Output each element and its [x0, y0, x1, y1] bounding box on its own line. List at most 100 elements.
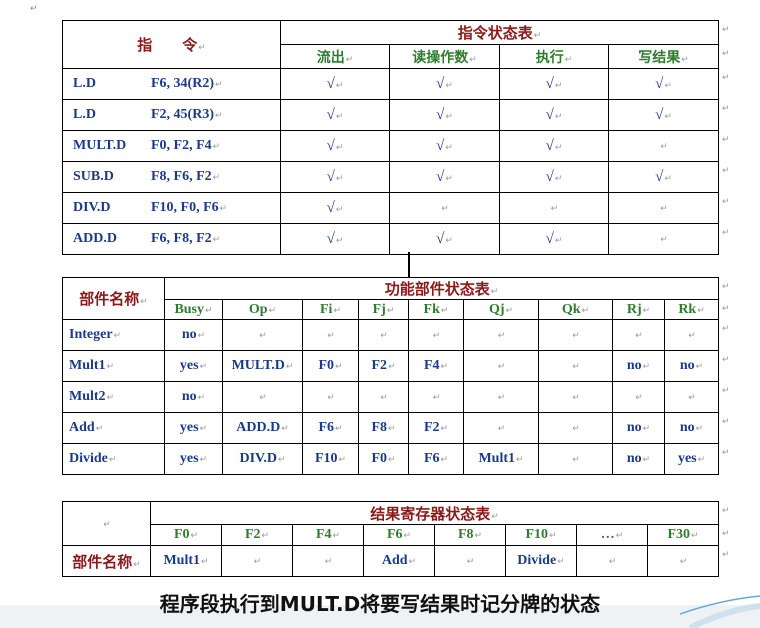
paragraph-mark: ↵	[386, 304, 395, 315]
reg-table-title-text: 结果寄存器状态表	[370, 506, 491, 523]
fu-cell-empty: ↵	[463, 319, 539, 351]
fu-cell: no↵	[612, 350, 665, 382]
paragraph-mark: ↵	[581, 304, 590, 315]
fu-table-title-text: 功能部件状态表	[384, 282, 490, 298]
reg-col-header-text: F8	[457, 527, 474, 542]
fu-cell-text: no	[679, 420, 695, 435]
paragraph-mark: ↵	[335, 203, 344, 214]
paragraph-mark: ↵	[642, 361, 651, 371]
fu-cell-empty: ↵	[302, 381, 359, 413]
fu-cell: F6↵	[302, 412, 359, 444]
reg-row-label-text: 部件名称	[72, 554, 133, 571]
paragraph-mark: ↵	[335, 361, 343, 371]
fu-cell-empty: ↵	[358, 381, 409, 413]
fu-unit-name-text: Mult1	[69, 358, 106, 373]
check-mark-cell-text: √	[655, 75, 664, 92]
fu-cell-empty: ↵	[463, 412, 539, 444]
paragraph-mark: ↵	[335, 234, 344, 245]
paragraph-mark: ↵	[572, 392, 580, 402]
paragraph-mark: ↵	[335, 79, 344, 90]
paragraph-mark: ↵	[335, 110, 344, 121]
instr-op: ADD.D	[73, 231, 117, 246]
paragraph-mark: ↵	[277, 454, 286, 464]
fu-header-cell-text: 部件名称	[79, 292, 140, 308]
instr-col-header-text: 流出	[316, 50, 345, 66]
paragraph-mark: ↵	[564, 53, 573, 64]
fu-cell-text: F10	[314, 451, 338, 466]
fu-cell-empty: ↵	[463, 381, 539, 413]
paragraph-mark: ↵	[106, 392, 115, 402]
reg-col-header: F4↵	[292, 524, 364, 546]
paragraph-mark: ↵	[103, 518, 111, 529]
paragraph-mark: ↵	[664, 172, 672, 183]
instr-table-title: 指令状态表↵	[280, 20, 719, 45]
instr-row: SUB.D F8, F6, F2↵ √↵ √↵ √↵ √↵	[62, 161, 719, 193]
instr-args: F6, 34(R2)	[151, 76, 214, 91]
fu-unit-name: Add↵	[62, 412, 165, 444]
paragraph-mark: ↵	[408, 556, 417, 566]
paragraph-mark: ↵	[664, 110, 672, 121]
reg-col-header: …↵	[576, 524, 648, 546]
instr-cell: ADD.D F6, F8, F2↵	[62, 223, 281, 255]
fu-unit-name: Divide↵	[62, 443, 165, 475]
fu-cell-text: no	[626, 451, 642, 466]
paragraph-mark: ↵	[333, 304, 341, 315]
paragraph-mark: ↵	[660, 234, 668, 244]
connector-line	[408, 252, 410, 277]
paragraph-mark: ↵	[497, 361, 506, 371]
check-mark-cell-text: √	[545, 75, 554, 92]
status-cell-empty: ↵	[389, 192, 500, 224]
fu-cell: no↵	[663, 350, 720, 382]
paragraph-mark: ↵	[205, 304, 213, 315]
reg-value-empty: ↵	[576, 545, 648, 577]
paragraph-mark: ↵	[490, 286, 499, 296]
fu-cell-empty: ↵	[408, 319, 464, 351]
functional-unit-status-table: 部件名称↵ 功能部件状态表↵ Busy↵ Op↵ Fi↵ Fj↵ Fk↵ Qj↵ Qk↵ Rj↵ R…	[62, 277, 720, 475]
paragraph-mark: ↵	[259, 392, 267, 402]
check-mark-cell: √↵	[499, 68, 609, 100]
check-mark-cell: √↵	[389, 161, 500, 193]
check-mark-cell: √↵	[389, 223, 500, 255]
check-mark-cell-text: √	[436, 106, 445, 123]
fu-col-header: Fj↵	[358, 299, 409, 320]
paragraph-mark: ↵	[445, 110, 453, 121]
reg-value-empty: ↵	[221, 545, 293, 577]
paragraph-mark: ↵	[199, 423, 208, 433]
reg-col-header-text: F2	[244, 527, 261, 542]
paragraph-mark: ↵	[688, 330, 696, 340]
reg-col-header-text: F0	[173, 527, 190, 542]
check-mark-cell: √↵	[608, 68, 719, 100]
fu-cell-empty: ↵	[538, 412, 613, 444]
fu-cell-empty: ↵	[538, 350, 613, 382]
fu-cell-empty: ↵	[538, 381, 613, 413]
paragraph-mark: ↵	[380, 330, 388, 340]
instr-cell: L.D F6, 34(R2)↵	[62, 68, 281, 100]
fu-cell-empty: ↵	[612, 319, 665, 351]
fu-col-header: Rj↵	[612, 299, 665, 320]
paragraph-mark: ↵	[445, 172, 453, 183]
fu-col-header: Qk↵	[538, 299, 613, 320]
fu-cell: F2↵	[358, 350, 409, 382]
paragraph-mark: ↵	[327, 392, 335, 402]
check-mark-cell-text: √	[326, 199, 335, 216]
reg-value-cell-text: Divide	[517, 553, 557, 568]
paragraph-mark: ↵	[212, 172, 221, 182]
instr-row: MULT.D F0, F2, F4↵ √↵ √↵ √↵ ↵	[62, 130, 719, 162]
check-mark-cell: √↵	[389, 130, 500, 162]
check-mark-cell: √↵	[499, 130, 609, 162]
paragraph-mark: ↵	[432, 392, 441, 402]
paragraph-mark: ↵	[441, 203, 449, 213]
paragraph-mark: ↵	[635, 330, 643, 340]
fu-col-header: Rk↵	[663, 299, 720, 320]
paragraph-mark: ↵	[388, 454, 396, 464]
reg-col-header: F30↵	[646, 524, 720, 546]
row-end-mark: ↵	[722, 102, 730, 113]
fu-cell: no↵	[663, 412, 720, 444]
fu-cell-empty: ↵	[663, 319, 720, 351]
fu-cell-text: F2	[423, 420, 440, 435]
fu-cell-text: F6	[318, 420, 334, 435]
check-mark-cell-text: √	[436, 75, 445, 92]
instr-header-cell-text: 指 令	[137, 38, 198, 54]
fu-col-header-text: Fk	[423, 301, 440, 317]
paragraph-mark: ↵	[440, 454, 449, 464]
